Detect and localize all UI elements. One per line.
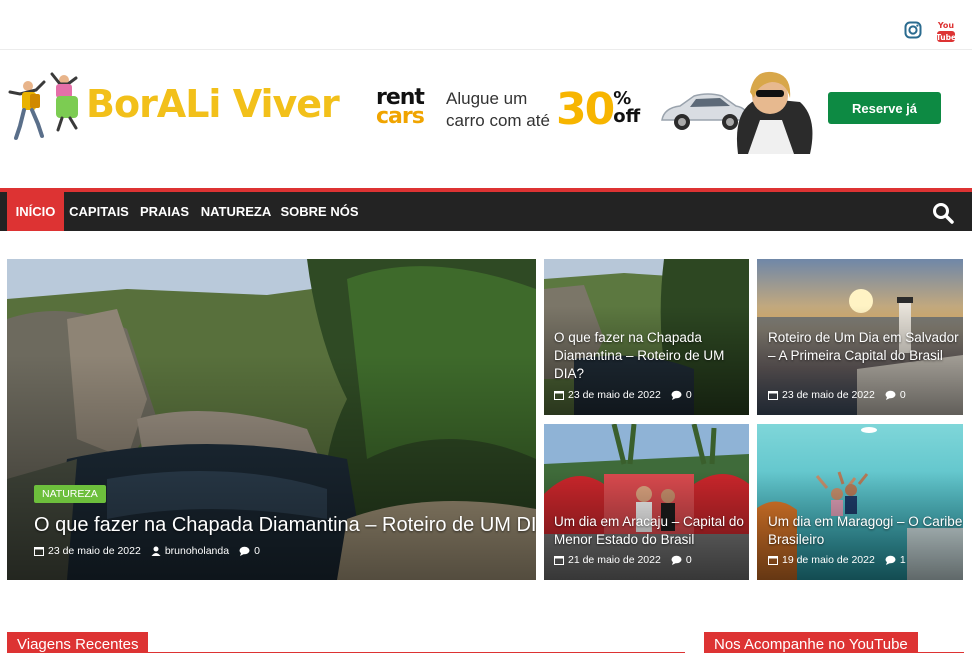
calendar-icon: [768, 391, 778, 400]
logo-word-boralil: BorALi: [86, 82, 221, 126]
post-meta: 23 de maio de 2022 0: [554, 389, 692, 401]
featured-post-main[interactable]: NATUREZA O que fazer na Chapada Diamanti…: [7, 259, 536, 580]
rentcars-banner[interactable]: rent cars Alugue um carro com até 30% off…: [370, 68, 950, 154]
nav-item-sobre-nos[interactable]: SOBRE NÓS: [277, 192, 362, 231]
logo-wordmark[interactable]: BorALi Viver: [86, 82, 340, 126]
logo-word-viver: Viver: [232, 82, 340, 126]
calendar-icon: [554, 391, 564, 400]
featured-post-card[interactable]: Um dia em Maragogi – O Caribe Brasileiro…: [757, 424, 963, 580]
logo-travelers-icon: [8, 72, 78, 140]
rentcars-logo: rent cars: [376, 85, 425, 129]
post-comments[interactable]: 0: [254, 545, 260, 557]
post-comments[interactable]: 0: [686, 389, 692, 401]
post-comments[interactable]: 0: [686, 554, 692, 566]
featured-main-meta: 23 de maio de 2022 brunoholanda 0: [34, 545, 260, 557]
banner-discount: 30% off: [556, 84, 641, 135]
youtube-heading: Nos Acompanhe no YouTube: [704, 632, 918, 653]
post-date[interactable]: 23 de maio de 2022: [568, 389, 661, 401]
recent-trips-heading: Viagens Recentes: [7, 632, 149, 653]
user-icon: [151, 546, 161, 556]
calendar-icon: [34, 547, 44, 556]
post-date[interactable]: 23 de maio de 2022: [782, 389, 875, 401]
featured-post-card[interactable]: Um dia em Aracaju – Capital do Menor Est…: [544, 424, 749, 580]
comment-icon: [671, 555, 682, 565]
nav-item-praias[interactable]: PRAIAS: [134, 192, 195, 231]
post-author[interactable]: brunoholanda: [165, 545, 229, 557]
post-title[interactable]: O que fazer na Chapada Diamantina – Rote…: [554, 329, 749, 383]
youtube-icon[interactable]: You Tube: [937, 20, 955, 44]
category-badge[interactable]: NATUREZA: [34, 485, 106, 503]
comment-icon: [671, 390, 682, 400]
post-meta: 19 de maio de 2022 1: [768, 554, 906, 566]
post-title[interactable]: Um dia em Aracaju – Capital do Menor Est…: [554, 513, 749, 549]
nav-item-natureza[interactable]: NATUREZA: [195, 192, 277, 231]
post-date[interactable]: 23 de maio de 2022: [48, 545, 141, 557]
featured-post-card[interactable]: Roteiro de Um Dia em Salvador – A Primei…: [757, 259, 963, 415]
post-comments[interactable]: 1: [900, 554, 906, 566]
comment-icon: [239, 546, 250, 556]
post-date[interactable]: 21 de maio de 2022: [568, 554, 661, 566]
main-nav: INÍCIO CAPITAIS PRAIAS NATUREZA SOBRE NÓ…: [0, 188, 972, 231]
woman-photo: [736, 71, 813, 154]
search-icon[interactable]: [932, 202, 954, 224]
comment-icon: [885, 555, 896, 565]
nav-item-inicio[interactable]: INÍCIO: [7, 192, 64, 231]
post-title[interactable]: Roteiro de Um Dia em Salvador – A Primei…: [768, 329, 963, 365]
post-title[interactable]: Um dia em Maragogi – O Caribe Brasileiro: [768, 513, 963, 549]
reserve-button[interactable]: Reserve já: [828, 92, 941, 124]
post-meta: 21 de maio de 2022 0: [554, 554, 692, 566]
post-meta: 23 de maio de 2022 0: [768, 389, 906, 401]
featured-post-card[interactable]: O que fazer na Chapada Diamantina – Rote…: [544, 259, 749, 415]
svg-text:Tube: Tube: [937, 33, 955, 42]
banner-text: Alugue um carro com até: [446, 89, 550, 130]
top-bar: You Tube: [0, 0, 972, 50]
post-date[interactable]: 19 de maio de 2022: [782, 554, 875, 566]
comment-icon: [885, 390, 896, 400]
calendar-icon: [554, 556, 564, 565]
featured-main-title[interactable]: O que fazer na Chapada Diamantina – Rote…: [34, 514, 536, 537]
instagram-icon[interactable]: [903, 20, 923, 40]
svg-text:You: You: [937, 21, 954, 30]
post-comments[interactable]: 0: [900, 389, 906, 401]
nav-item-capitais[interactable]: CAPITAIS: [64, 192, 134, 231]
calendar-icon: [768, 556, 778, 565]
